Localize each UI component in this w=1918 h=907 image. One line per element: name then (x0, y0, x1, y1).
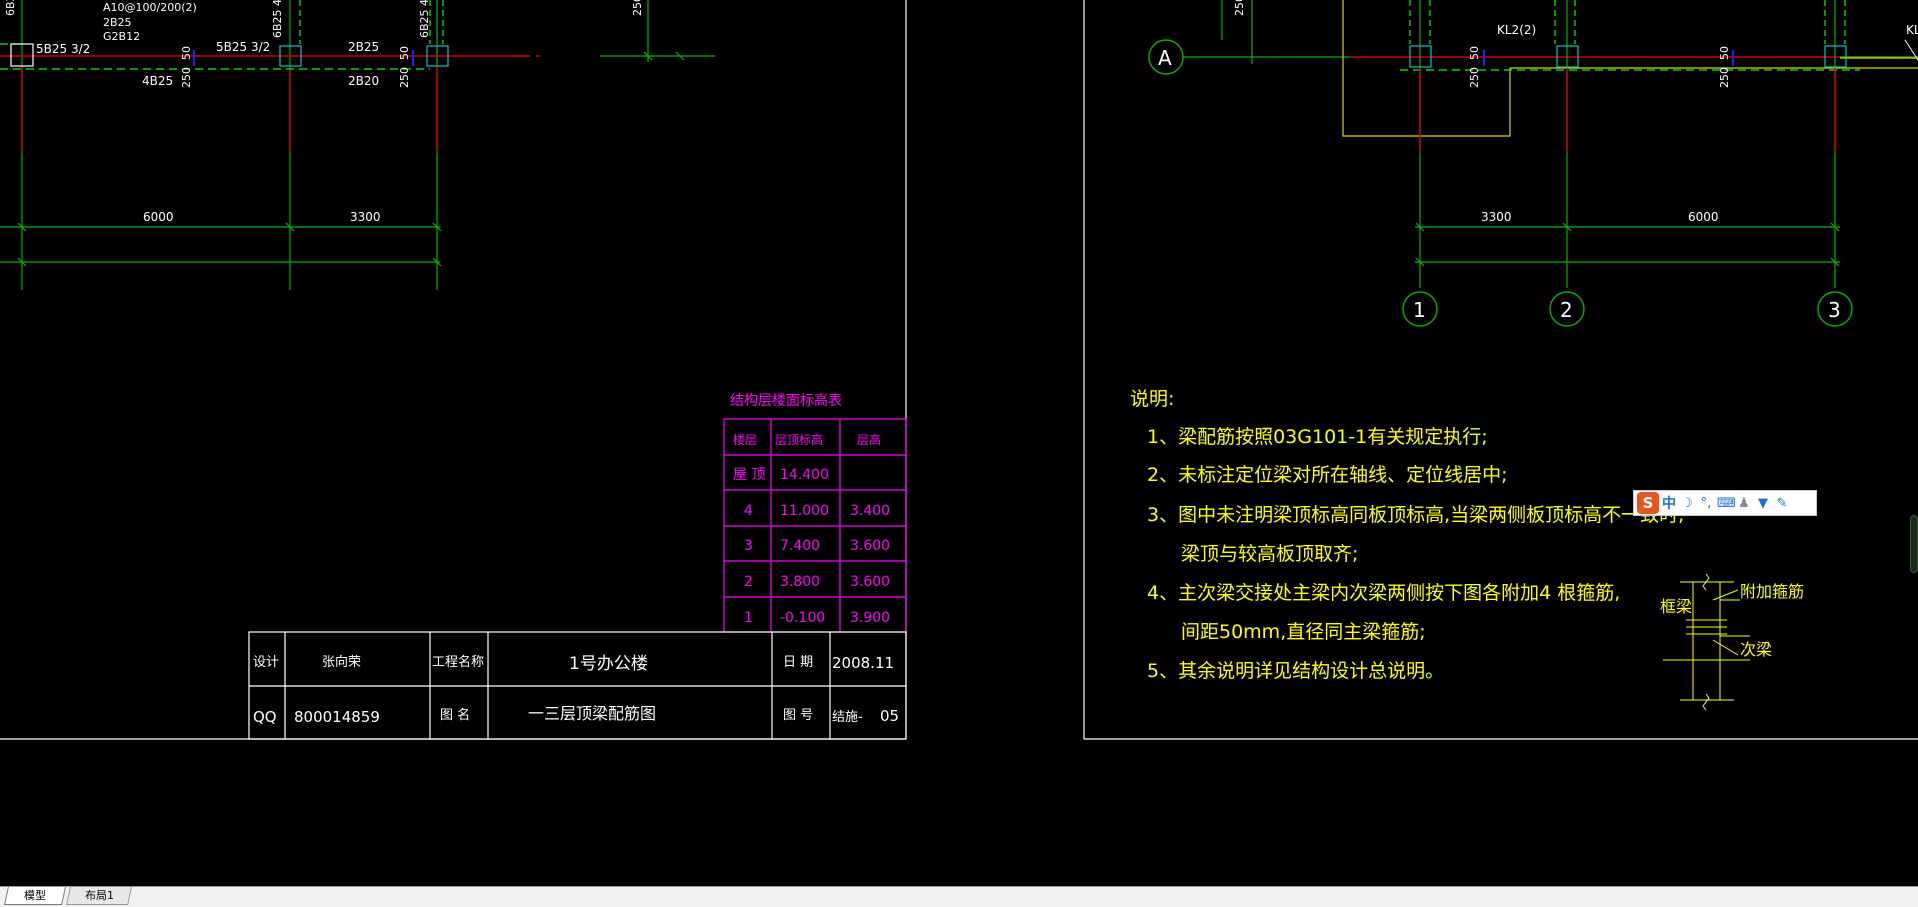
dim-250-left: 250 (180, 67, 193, 88)
title-no-label: 图 号 (783, 708, 813, 723)
tab-layout1-label: 布局1 (84, 889, 114, 902)
level-row-4-elev: 11.000 (780, 503, 829, 519)
title-no-num: 05 (880, 707, 899, 725)
level-table: 结构层楼面标高表 楼层 层顶标高 层高 屋 顶 14.400 4 11.000 … (723, 392, 907, 633)
beam-note-line-1: A10@100/200(2) (103, 1, 197, 14)
title-design-value: 张向荣 (322, 654, 361, 670)
keyboard-icon[interactable]: ⌨ (1717, 496, 1736, 511)
bot-left-label: 4B25 (142, 74, 173, 88)
right-beam-label-edge: KL (1906, 23, 1918, 37)
title-qq-label: QQ (253, 708, 277, 726)
right-beam-label: KL2(2) (1497, 23, 1536, 37)
col-mark-right: 6B25 4/ (418, 0, 431, 38)
left-sheet: 6B25 A10@100/200(2) 2B25 G2B12 5B25 3/2 … (0, 0, 907, 740)
note-line-5: 5、其余说明详见结构设计总说明。 (1147, 660, 1444, 682)
level-table-header-floor: 楼层 (733, 432, 757, 447)
title-project-value: 1号办公楼 (569, 654, 648, 674)
level-table-title: 结构层楼面标高表 (730, 392, 842, 409)
beam-top-right-label: 2B25 (348, 40, 379, 54)
note-line-3: 3、图中未注明梁顶标高同板顶标高,当梁两侧板顶标高不一致时, (1147, 504, 1684, 526)
right-dim-250-a: 250 (1468, 67, 1481, 88)
user-icon[interactable]: ♟ (1736, 496, 1752, 511)
navigation-bar-handle[interactable] (1910, 515, 1918, 573)
dim-50-right: 50 (398, 46, 411, 60)
notes-title: 说明: (1130, 388, 1174, 410)
axis-a-label: A (1158, 46, 1172, 70)
dim-3300-left: 3300 (350, 210, 381, 224)
skin-icon[interactable]: ▼ (1755, 496, 1771, 511)
note-line-3b: 梁顶与较高板顶取齐; (1181, 543, 1358, 565)
stirrup-detail (1663, 573, 1750, 711)
level-row-1-floor: 1 (744, 610, 753, 626)
level-table-header-elev: 层顶标高 (775, 432, 823, 447)
moon-icon[interactable]: ☽ (1679, 496, 1695, 511)
level-row-roof-elev: 14.400 (780, 467, 829, 483)
right-dim-3300: 3300 (1481, 210, 1512, 224)
level-row-2-elev: 3.800 (780, 574, 820, 590)
level-row-3-height: 3.600 (850, 538, 890, 554)
level-row-1-elev: -0.100 (780, 610, 825, 626)
title-project-label: 工程名称 (432, 654, 484, 670)
punct-icon[interactable]: °, (1698, 496, 1714, 511)
right-dim-250-top: 250 (1233, 0, 1246, 16)
right-dim-50-b: 50 (1718, 46, 1731, 60)
bot-right-label: 2B20 (348, 74, 379, 88)
dim-6000-left: 6000 (143, 210, 174, 224)
right-dim-6000: 6000 (1688, 210, 1719, 224)
beam-note-line-3: G2B12 (103, 30, 140, 43)
title-name-label: 图 名 (440, 707, 470, 723)
beam-top-mid-label: 5B25 3/2 (216, 40, 270, 54)
right-sheet: A 1 2 3 KL2(2) KL 250 50 250 50 250 3300… (1083, 0, 1918, 740)
tab-model-label: 模型 (24, 889, 46, 902)
layout-tab-bar: 模型 布局1 (0, 886, 1918, 907)
beam-note-line-2: 2B25 (103, 16, 132, 29)
title-design-label: 设计 (253, 655, 279, 670)
ime-mode-toggle[interactable]: 中 (1662, 493, 1676, 513)
level-row-3-elev: 7.400 (780, 538, 820, 554)
tab-model[interactable]: 模型 (4, 887, 66, 905)
tab-layout1[interactable]: 布局1 (66, 887, 132, 905)
dim-250-top-far: 250 (631, 0, 644, 16)
cad-drawing-canvas[interactable]: 6B25 A10@100/200(2) 2B25 G2B12 5B25 3/2 … (0, 0, 1918, 886)
axis-3-label: 3 (1828, 298, 1841, 322)
level-row-3-floor: 3 (744, 538, 753, 554)
ime-toolbar[interactable]: S 中 ☽ °, ⌨ ♟ ▼ ✎ (1633, 490, 1817, 516)
detail-extra-stirrup: 附加箍筋 (1740, 582, 1804, 601)
note-line-4b: 间距50mm,直径同主梁箍筋; (1181, 621, 1426, 643)
dim-250-right: 250 (398, 67, 411, 88)
dim-50-left: 50 (180, 46, 193, 60)
detail-main-beam: 框梁 (1660, 597, 1692, 616)
title-no-value: 结施- (832, 710, 863, 725)
note-line-1: 1、梁配筋按照03G101-1有关规定执行; (1147, 426, 1488, 448)
title-block: 设计 张向荣 工程名称 1号办公楼 日 期 2008.11 QQ 8000148… (248, 631, 907, 740)
level-row-4-height: 3.400 (850, 503, 890, 519)
note-line-4: 4、主次梁交接处主梁内次梁两侧按下图各附加4 根箍筋, (1147, 582, 1620, 604)
wrench-icon[interactable]: ✎ (1774, 496, 1790, 511)
level-row-roof-floor: 屋 顶 (733, 467, 765, 483)
right-dim-250-b: 250 (1718, 67, 1731, 88)
axis-2-label: 2 (1560, 298, 1573, 322)
col-mark-left: 6B25 (4, 0, 17, 16)
right-dim-50-a: 50 (1468, 46, 1481, 60)
level-row-1-height: 3.900 (850, 610, 890, 626)
title-date-label: 日 期 (783, 655, 813, 670)
title-name-value: 一三层顶梁配筋图 (528, 704, 656, 723)
level-row-4-floor: 4 (744, 503, 753, 519)
detail-secondary-beam: 次梁 (1740, 640, 1772, 659)
col-mark-mid: 6B25 4/ (271, 0, 284, 38)
note-line-2: 2、未标注定位梁对所在轴线、定位线居中; (1147, 464, 1508, 486)
level-table-header-height: 层高 (857, 432, 881, 447)
level-row-2-height: 3.600 (850, 574, 890, 590)
axis-1-label: 1 (1413, 298, 1426, 322)
level-row-2-floor: 2 (744, 574, 753, 590)
title-date-value: 2008.11 (832, 654, 894, 672)
title-qq-value: 800014859 (294, 708, 380, 726)
ime-logo-icon[interactable]: S (1637, 492, 1659, 514)
beam-top-left-label: 5B25 3/2 (36, 42, 90, 56)
